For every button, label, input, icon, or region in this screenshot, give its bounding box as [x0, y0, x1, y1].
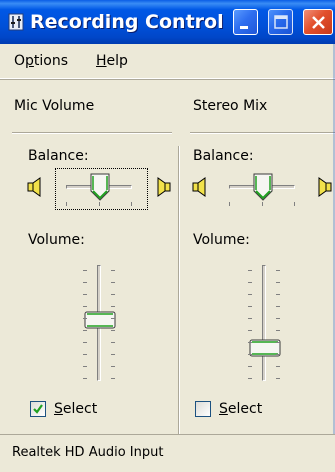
status-bar: Realtek HD Audio Input [0, 434, 335, 472]
maximize-icon [274, 15, 288, 29]
menu-help[interactable]: Help [96, 53, 128, 69]
volume-tick [83, 330, 87, 331]
volume-tick [83, 270, 87, 271]
volume-tick [276, 330, 280, 331]
mic-volume-slider-thumb[interactable] [84, 311, 116, 329]
volume-tick [248, 282, 252, 283]
volume-tick [111, 378, 115, 379]
volume-tick [111, 306, 115, 307]
volume-tick [248, 294, 252, 295]
balance-tick [294, 202, 295, 206]
volume-tick [276, 342, 280, 343]
volume-tick [248, 306, 252, 307]
status-text: Realtek HD Audio Input [12, 445, 164, 460]
volume-tick [248, 342, 252, 343]
volume-tick [83, 354, 87, 355]
balance-label: Balance: [28, 148, 89, 164]
volume-tick [83, 306, 87, 307]
volume-tick [248, 378, 252, 379]
volume-tick [248, 270, 252, 271]
stereo-volume-slider-track[interactable] [262, 265, 266, 381]
balance-tick [99, 202, 100, 206]
minimize-button[interactable] [233, 9, 258, 35]
volume-tick [111, 342, 115, 343]
balance-tick [131, 202, 132, 206]
volume-tick [276, 282, 280, 283]
recording-control-app-icon [8, 13, 24, 31]
menu-separator [0, 79, 335, 80]
speaker-left-icon [27, 177, 41, 197]
volume-tick [111, 282, 115, 283]
volume-tick [111, 330, 115, 331]
balance-tick [66, 202, 67, 206]
balance-tick [229, 202, 230, 206]
stereo-balance-slider-thumb[interactable] [253, 173, 273, 201]
window-title: Recording Control [30, 11, 224, 33]
recording-control-window: Recording Control Options Help Mic Volum… [0, 0, 335, 472]
balance-label: Balance: [193, 148, 254, 164]
minimize-icon [240, 26, 248, 29]
balance-tick [262, 202, 263, 206]
volume-tick [276, 318, 280, 319]
volume-tick [276, 366, 280, 367]
speaker-right-icon [318, 177, 332, 197]
mic-select-checkbox[interactable] [30, 401, 46, 417]
volume-tick [83, 342, 87, 343]
volume-tick [276, 270, 280, 271]
volume-tick [276, 354, 280, 355]
volume-tick [83, 318, 87, 319]
mic-balance-slider-thumb[interactable] [90, 173, 110, 201]
volume-tick [111, 354, 115, 355]
menu-bar: Options Help [0, 44, 335, 79]
volume-tick [111, 294, 115, 295]
volume-tick [83, 294, 87, 295]
menu-options[interactable]: Options [14, 53, 68, 69]
volume-tick [83, 282, 87, 283]
checkmark-icon [33, 404, 43, 414]
stereo-select-label[interactable]: Select [219, 400, 262, 418]
volume-tick [276, 306, 280, 307]
volume-tick [83, 378, 87, 379]
volume-tick [276, 378, 280, 379]
volume-tick [248, 366, 252, 367]
close-button[interactable] [303, 9, 333, 35]
title-bar[interactable]: Recording Control [0, 0, 335, 44]
volume-tick [111, 318, 115, 319]
volume-tick [248, 330, 252, 331]
volume-tick [276, 294, 280, 295]
channel-name-mic-volume: Mic Volume [14, 98, 95, 114]
speaker-left-icon [192, 177, 206, 197]
close-icon [312, 16, 325, 29]
volume-tick [248, 354, 252, 355]
volume-label: Volume: [28, 232, 85, 248]
volume-tick [111, 366, 115, 367]
stereo-select-checkbox[interactable] [195, 401, 211, 417]
mic-select-label[interactable]: Select [54, 400, 97, 418]
channel-header-separator [190, 132, 335, 134]
channel-name-stereo-mix: Stereo Mix [193, 98, 268, 114]
volume-label: Volume: [193, 232, 250, 248]
volume-tick [248, 318, 252, 319]
channel-header-separator [12, 132, 172, 134]
speaker-right-icon [157, 177, 171, 197]
maximize-button[interactable] [268, 9, 293, 35]
volume-tick [111, 270, 115, 271]
volume-tick [83, 366, 87, 367]
channel-vertical-separator [178, 146, 180, 434]
